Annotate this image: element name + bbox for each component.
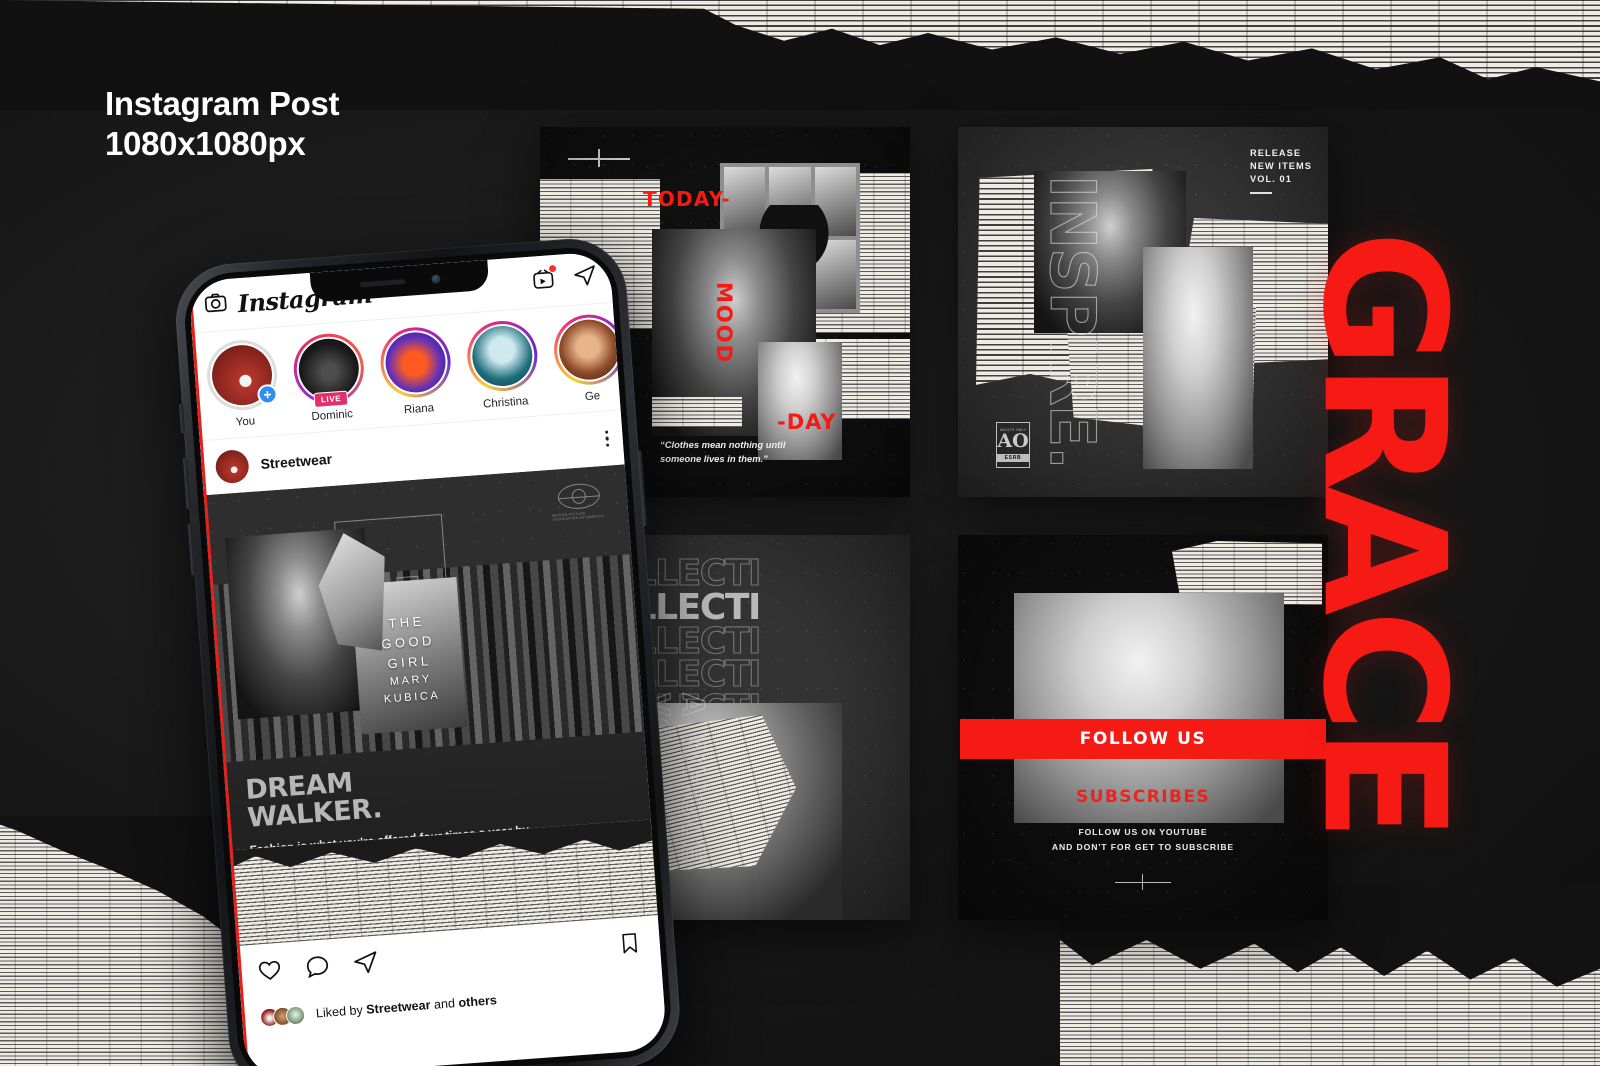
release-line-3: VOL. 01 bbox=[1250, 174, 1292, 185]
book-line-3: GIRL bbox=[386, 652, 432, 671]
igtv-icon[interactable] bbox=[531, 263, 558, 297]
cta-line-1: FOLLOW US ON YOUTUBE bbox=[1078, 827, 1208, 837]
avatar bbox=[469, 323, 535, 389]
story-item[interactable]: Riana bbox=[378, 324, 455, 427]
title-line-1: Instagram Post bbox=[105, 85, 340, 122]
rating-badge-icon: ADULTS ONLY AO ESRB bbox=[996, 422, 1030, 468]
story-ring bbox=[378, 324, 454, 400]
today-label: TODAY- bbox=[643, 187, 731, 211]
subscribes-label: SUBSCRIBES bbox=[1076, 787, 1210, 807]
story-item[interactable]: Christina bbox=[464, 318, 542, 421]
follow-us-label: FOLLOW US bbox=[1079, 729, 1207, 749]
earpiece-speaker bbox=[359, 278, 406, 287]
story-label: Ge bbox=[584, 389, 601, 404]
book-line-4: MARY bbox=[389, 672, 433, 688]
model-fullbody bbox=[1143, 247, 1253, 469]
release-line-1: RELEASE bbox=[1250, 148, 1302, 158]
globe-icon bbox=[556, 482, 601, 511]
phone-screen: Instagram + You LIVE Dominic Riana Chris… bbox=[188, 250, 668, 1066]
newspaper-scrap bbox=[652, 397, 742, 427]
release-line-2: NEW ITEMS bbox=[1250, 161, 1312, 172]
mpaa-logo-icon: MOTION PICTURE ASSOCIATION OF AMERICA bbox=[550, 482, 608, 522]
title-line-2: 1080x1080px bbox=[105, 125, 306, 163]
quote-text: “Clothes mean nothing until someone live… bbox=[660, 439, 786, 465]
notification-dot bbox=[547, 263, 558, 273]
book-line-5: KUBICA bbox=[383, 689, 441, 706]
divider bbox=[1250, 192, 1273, 195]
liked-others[interactable]: others bbox=[458, 993, 497, 1010]
book-line-2: GOOD bbox=[380, 632, 436, 652]
page-title: Instagram Post 1080x1080px bbox=[105, 84, 340, 165]
crosshair-mark bbox=[568, 149, 630, 167]
send-icon[interactable] bbox=[572, 263, 598, 294]
brand-side-text: GRACE bbox=[1285, 230, 1482, 836]
liker-avatars bbox=[259, 1004, 306, 1028]
avatar bbox=[556, 317, 622, 383]
story-label: Dominic bbox=[311, 408, 354, 424]
avatar[interactable] bbox=[214, 448, 250, 484]
badge-org: ESRB bbox=[997, 454, 1029, 462]
camera-icon[interactable] bbox=[203, 290, 229, 321]
cta-line-2: AND DON'T FOR GET TO SUBSCRIBE bbox=[1051, 841, 1235, 852]
share-icon[interactable] bbox=[351, 948, 379, 981]
heart-icon[interactable] bbox=[256, 955, 284, 988]
crosshair-mark bbox=[1115, 874, 1171, 890]
more-options-icon[interactable] bbox=[604, 430, 610, 447]
live-badge: LIVE bbox=[313, 390, 349, 408]
story-label: Christina bbox=[482, 395, 529, 411]
front-camera bbox=[430, 273, 441, 284]
book-line-1: THE bbox=[387, 612, 426, 631]
post-image[interactable]: THE GOOD GIRL MARY KUBICA MOTION PICTURE… bbox=[203, 464, 658, 947]
avatar bbox=[383, 330, 448, 395]
story-ring bbox=[464, 318, 540, 394]
post-image-top: THE GOOD GIRL MARY KUBICA MOTION PICTURE… bbox=[203, 464, 645, 763]
post-card-inspire[interactable]: INSPIRE. RELEASE NEW ITEMS VOL. 01 ADULT… bbox=[958, 127, 1328, 497]
story-label: You bbox=[235, 415, 256, 429]
liked-by-text[interactable]: Liked by Streetwear and others bbox=[315, 993, 497, 1020]
mood-label: MOOD bbox=[712, 282, 736, 365]
follow-us-banner[interactable]: FOLLOW US bbox=[960, 719, 1326, 759]
bookmark-icon[interactable] bbox=[617, 929, 643, 962]
poster-canvas: Instagram Post 1080x1080px GRACE TODAY- … bbox=[0, 0, 1600, 1066]
liked-prefix: Liked by bbox=[315, 1002, 367, 1021]
post-account-name[interactable]: Streetwear bbox=[260, 451, 333, 472]
badge-letter: AO bbox=[997, 430, 1029, 452]
mpaa-caption: MOTION PICTURE ASSOCIATION OF AMERICA bbox=[552, 511, 604, 522]
liked-user[interactable]: Streetwear bbox=[366, 998, 431, 1017]
phone-mockup: Instagram + You LIVE Dominic Riana Chris… bbox=[172, 234, 684, 1066]
inspire-label: INSPIRE. bbox=[1035, 174, 1109, 469]
comment-icon[interactable] bbox=[304, 952, 332, 985]
story-item[interactable]: + You bbox=[204, 337, 282, 440]
post-card-follow-us[interactable]: FOLLOW US SUBSCRIBES FOLLOW US ON YOUTUB… bbox=[958, 535, 1328, 920]
story-item[interactable]: LIVE Dominic bbox=[291, 331, 368, 433]
liked-mid: and bbox=[429, 996, 459, 1013]
day-label: -DAY bbox=[777, 410, 837, 434]
story-label: Riana bbox=[403, 402, 435, 417]
add-story-badge[interactable]: + bbox=[256, 383, 279, 406]
release-info: RELEASE NEW ITEMS VOL. 01 bbox=[1250, 147, 1312, 195]
cta-lines: FOLLOW US ON YOUTUBE AND DON'T FOR GET T… bbox=[958, 825, 1328, 854]
